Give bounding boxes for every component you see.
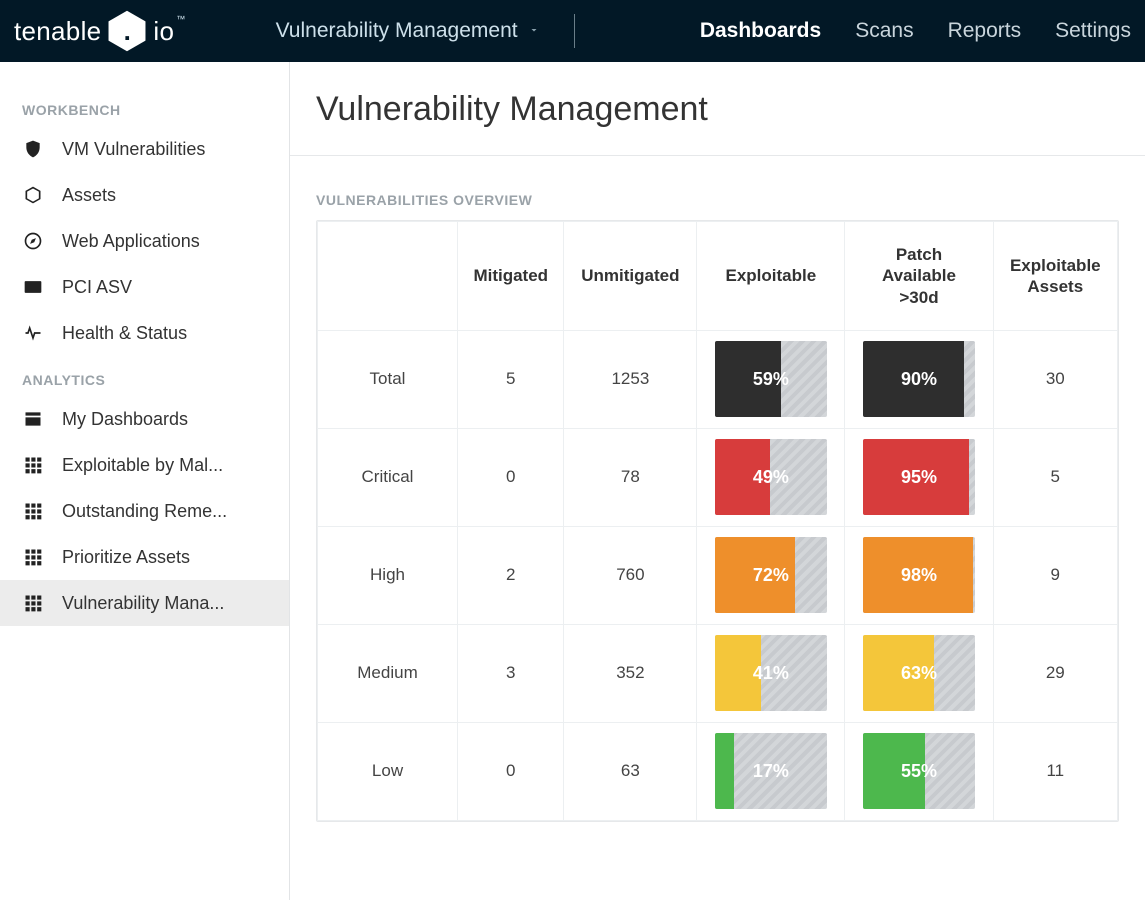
- sidebar-item-label: Web Applications: [62, 231, 200, 252]
- grid-icon: [22, 546, 44, 568]
- cell-unmitigated: 63: [564, 722, 697, 820]
- shield-icon: [22, 138, 44, 160]
- sidebar-item[interactable]: Exploitable by Mal...: [0, 442, 289, 488]
- cell-mitigated: 2: [458, 526, 564, 624]
- table-row[interactable]: Low06317%55%11: [318, 722, 1118, 820]
- table-row[interactable]: Medium335241%63%29: [318, 624, 1118, 722]
- grid-icon: [22, 592, 44, 614]
- sidebar-item-label: Vulnerability Mana...: [62, 593, 224, 614]
- top-nav: Dashboards Scans Reports Settings: [700, 0, 1131, 62]
- cell-patch: 63%: [845, 624, 993, 722]
- nav-scans[interactable]: Scans: [855, 0, 913, 62]
- brand-tm: ™: [176, 14, 185, 24]
- cube-icon: [22, 184, 44, 206]
- cell-unmitigated: 1253: [564, 330, 697, 428]
- grid-icon: [22, 500, 44, 522]
- cell-exploitable: 17%: [697, 722, 845, 820]
- column-header: Unmitigated: [564, 222, 697, 331]
- dash-icon: [22, 408, 44, 430]
- compass-icon: [22, 230, 44, 252]
- cell-patch: 55%: [845, 722, 993, 820]
- table-row[interactable]: Critical07849%95%5: [318, 428, 1118, 526]
- column-header: Mitigated: [458, 222, 564, 331]
- page-title: Vulnerability Management: [316, 90, 1119, 129]
- sidebar-section-title: WORKBENCH: [0, 86, 289, 126]
- primary-nav-dropdown[interactable]: Vulnerability Management: [276, 19, 540, 43]
- cell-patch: 95%: [845, 428, 993, 526]
- nav-separator: [574, 14, 575, 48]
- cell-patch: 90%: [845, 330, 993, 428]
- nav-dashboards[interactable]: Dashboards: [700, 0, 821, 62]
- sidebar-item-label: Prioritize Assets: [62, 547, 190, 568]
- divider: [290, 155, 1145, 156]
- chevron-down-icon: [528, 24, 540, 39]
- cell-exploitable: 72%: [697, 526, 845, 624]
- overview-header-row: MitigatedUnmitigatedExploitablePatchAvai…: [318, 222, 1118, 331]
- column-header: [318, 222, 458, 331]
- cell-exp-assets: 30: [993, 330, 1117, 428]
- column-header: ExploitableAssets: [993, 222, 1117, 331]
- column-header: PatchAvailable>30d: [845, 222, 993, 331]
- sidebar-item-label: My Dashboards: [62, 409, 188, 430]
- sidebar-section-title: ANALYTICS: [0, 356, 289, 396]
- grid-icon: [22, 454, 44, 476]
- cell-unmitigated: 78: [564, 428, 697, 526]
- row-label: Low: [318, 722, 458, 820]
- sidebar-item[interactable]: VM Vulnerabilities: [0, 126, 289, 172]
- row-label: Critical: [318, 428, 458, 526]
- table-row[interactable]: High276072%98%9: [318, 526, 1118, 624]
- sidebar-item[interactable]: Prioritize Assets: [0, 534, 289, 580]
- cell-patch: 98%: [845, 526, 993, 624]
- cell-exploitable: 41%: [697, 624, 845, 722]
- row-label: High: [318, 526, 458, 624]
- brand-prefix: tenable: [14, 16, 101, 47]
- cell-exploitable: 59%: [697, 330, 845, 428]
- table-row[interactable]: Total5125359%90%30: [318, 330, 1118, 428]
- sidebar-item[interactable]: Assets: [0, 172, 289, 218]
- primary-nav-label: Vulnerability Management: [276, 19, 518, 43]
- sidebar-item[interactable]: Health & Status: [0, 310, 289, 356]
- overview-heading: VULNERABILITIES OVERVIEW: [316, 192, 1119, 208]
- pulse-icon: [22, 322, 44, 344]
- sidebar-item-label: Health & Status: [62, 323, 187, 344]
- sidebar-item[interactable]: Web Applications: [0, 218, 289, 264]
- cell-unmitigated: 352: [564, 624, 697, 722]
- cell-mitigated: 5: [458, 330, 564, 428]
- cell-exploitable: 49%: [697, 428, 845, 526]
- cell-mitigated: 0: [458, 428, 564, 526]
- brand-logo[interactable]: tenable . io ™: [14, 9, 186, 53]
- sidebar-item[interactable]: Vulnerability Mana...: [0, 580, 289, 626]
- sidebar-item-label: Assets: [62, 185, 116, 206]
- cell-mitigated: 0: [458, 722, 564, 820]
- card-icon: [22, 276, 44, 298]
- cell-exp-assets: 5: [993, 428, 1117, 526]
- row-label: Medium: [318, 624, 458, 722]
- cell-unmitigated: 760: [564, 526, 697, 624]
- column-header: Exploitable: [697, 222, 845, 331]
- sidebar-item[interactable]: Outstanding Reme...: [0, 488, 289, 534]
- overview-card: MitigatedUnmitigatedExploitablePatchAvai…: [316, 220, 1119, 822]
- overview-table: MitigatedUnmitigatedExploitablePatchAvai…: [317, 221, 1118, 821]
- cell-exp-assets: 29: [993, 624, 1117, 722]
- sidebar-item-label: VM Vulnerabilities: [62, 139, 205, 160]
- cell-exp-assets: 11: [993, 722, 1117, 820]
- sidebar-item-label: PCI ASV: [62, 277, 132, 298]
- sidebar-item-label: Exploitable by Mal...: [62, 455, 223, 476]
- sidebar-item[interactable]: My Dashboards: [0, 396, 289, 442]
- nav-settings[interactable]: Settings: [1055, 0, 1131, 62]
- nav-reports[interactable]: Reports: [948, 0, 1022, 62]
- sidebar-item[interactable]: PCI ASV: [0, 264, 289, 310]
- brand-suffix: io: [153, 16, 174, 47]
- main-content: Vulnerability Management VULNERABILITIES…: [290, 62, 1145, 900]
- cell-mitigated: 3: [458, 624, 564, 722]
- cell-exp-assets: 9: [993, 526, 1117, 624]
- brand-hex-icon: .: [105, 9, 149, 53]
- sidebar: WORKBENCH VM Vulnerabilities Assets Web App…: [0, 62, 290, 900]
- row-label: Total: [318, 330, 458, 428]
- top-bar: tenable . io ™ Vulnerability Management …: [0, 0, 1145, 62]
- sidebar-item-label: Outstanding Reme...: [62, 501, 227, 522]
